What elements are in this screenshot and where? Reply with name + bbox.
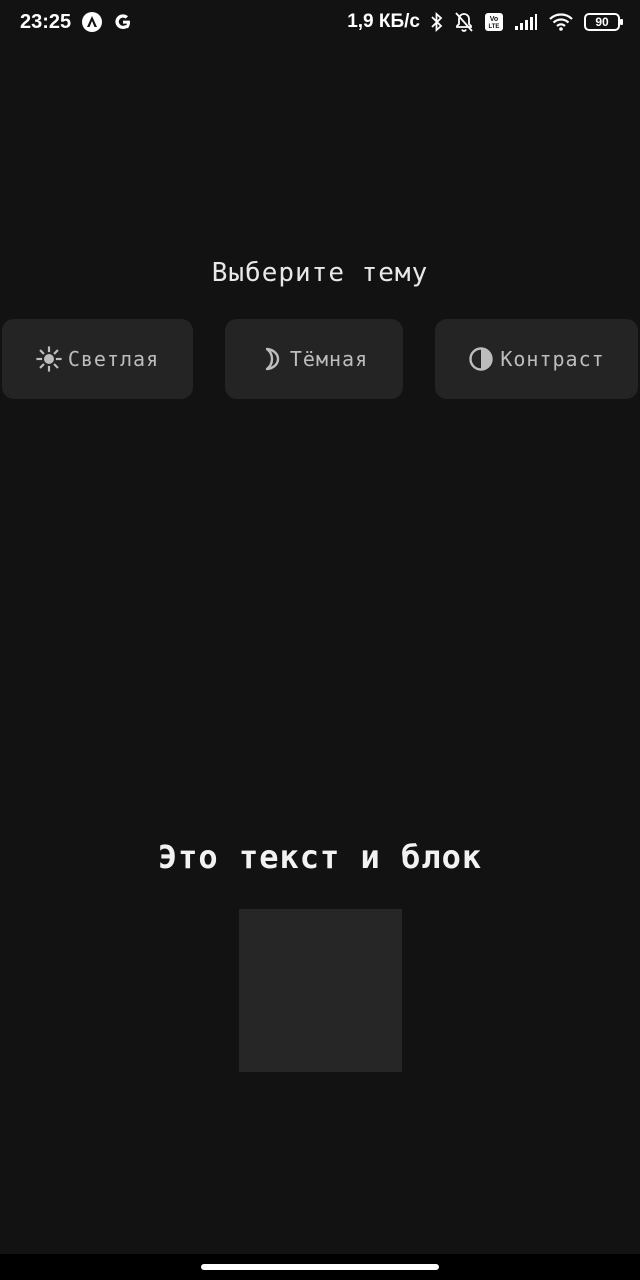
status-bar-left: 23:25	[20, 11, 133, 34]
moon-icon	[260, 346, 284, 372]
contrast-icon	[468, 346, 494, 372]
demo-block	[239, 909, 402, 1072]
app-a-icon	[81, 11, 103, 33]
network-speed: 1,9 КБ/с	[347, 11, 420, 32]
theme-light-button[interactable]: Светлая	[2, 319, 193, 399]
svg-text:Vo: Vo	[490, 16, 498, 23]
page-title: Выберите тему	[211, 258, 429, 288]
notifications-off-icon	[454, 11, 474, 33]
sun-icon	[36, 346, 62, 372]
svg-text:LTE: LTE	[489, 24, 500, 30]
theme-light-label: Светлая	[67, 347, 160, 371]
demo-text: Это текст и блок	[157, 838, 483, 876]
wifi-icon	[548, 12, 574, 32]
status-bar-right: 1,9 КБ/с Vo LTE 90	[347, 11, 623, 33]
theme-dark-label: Тёмная	[289, 347, 369, 371]
volte-icon: Vo LTE	[484, 12, 504, 32]
signal-icon	[514, 13, 538, 31]
battery-icon: 90	[584, 13, 623, 31]
battery-level: 90	[595, 15, 609, 29]
theme-contrast-label: Контраст	[500, 347, 605, 371]
status-time: 23:25	[20, 10, 72, 33]
status-bar: 23:25 1,9 КБ/с Vo LTE 90	[0, 0, 640, 44]
google-g-icon	[113, 12, 133, 32]
theme-dark-button[interactable]: Тёмная	[225, 319, 403, 399]
theme-selector: Светлая Тёмная Контраст	[0, 319, 640, 399]
home-indicator[interactable]	[201, 1264, 439, 1270]
theme-contrast-button[interactable]: Контраст	[435, 319, 638, 399]
bluetooth-icon	[430, 11, 444, 33]
navigation-bar	[0, 1254, 640, 1280]
app-screen: 23:25 1,9 КБ/с Vo LTE 90 Выберите тему С…	[0, 0, 640, 1280]
